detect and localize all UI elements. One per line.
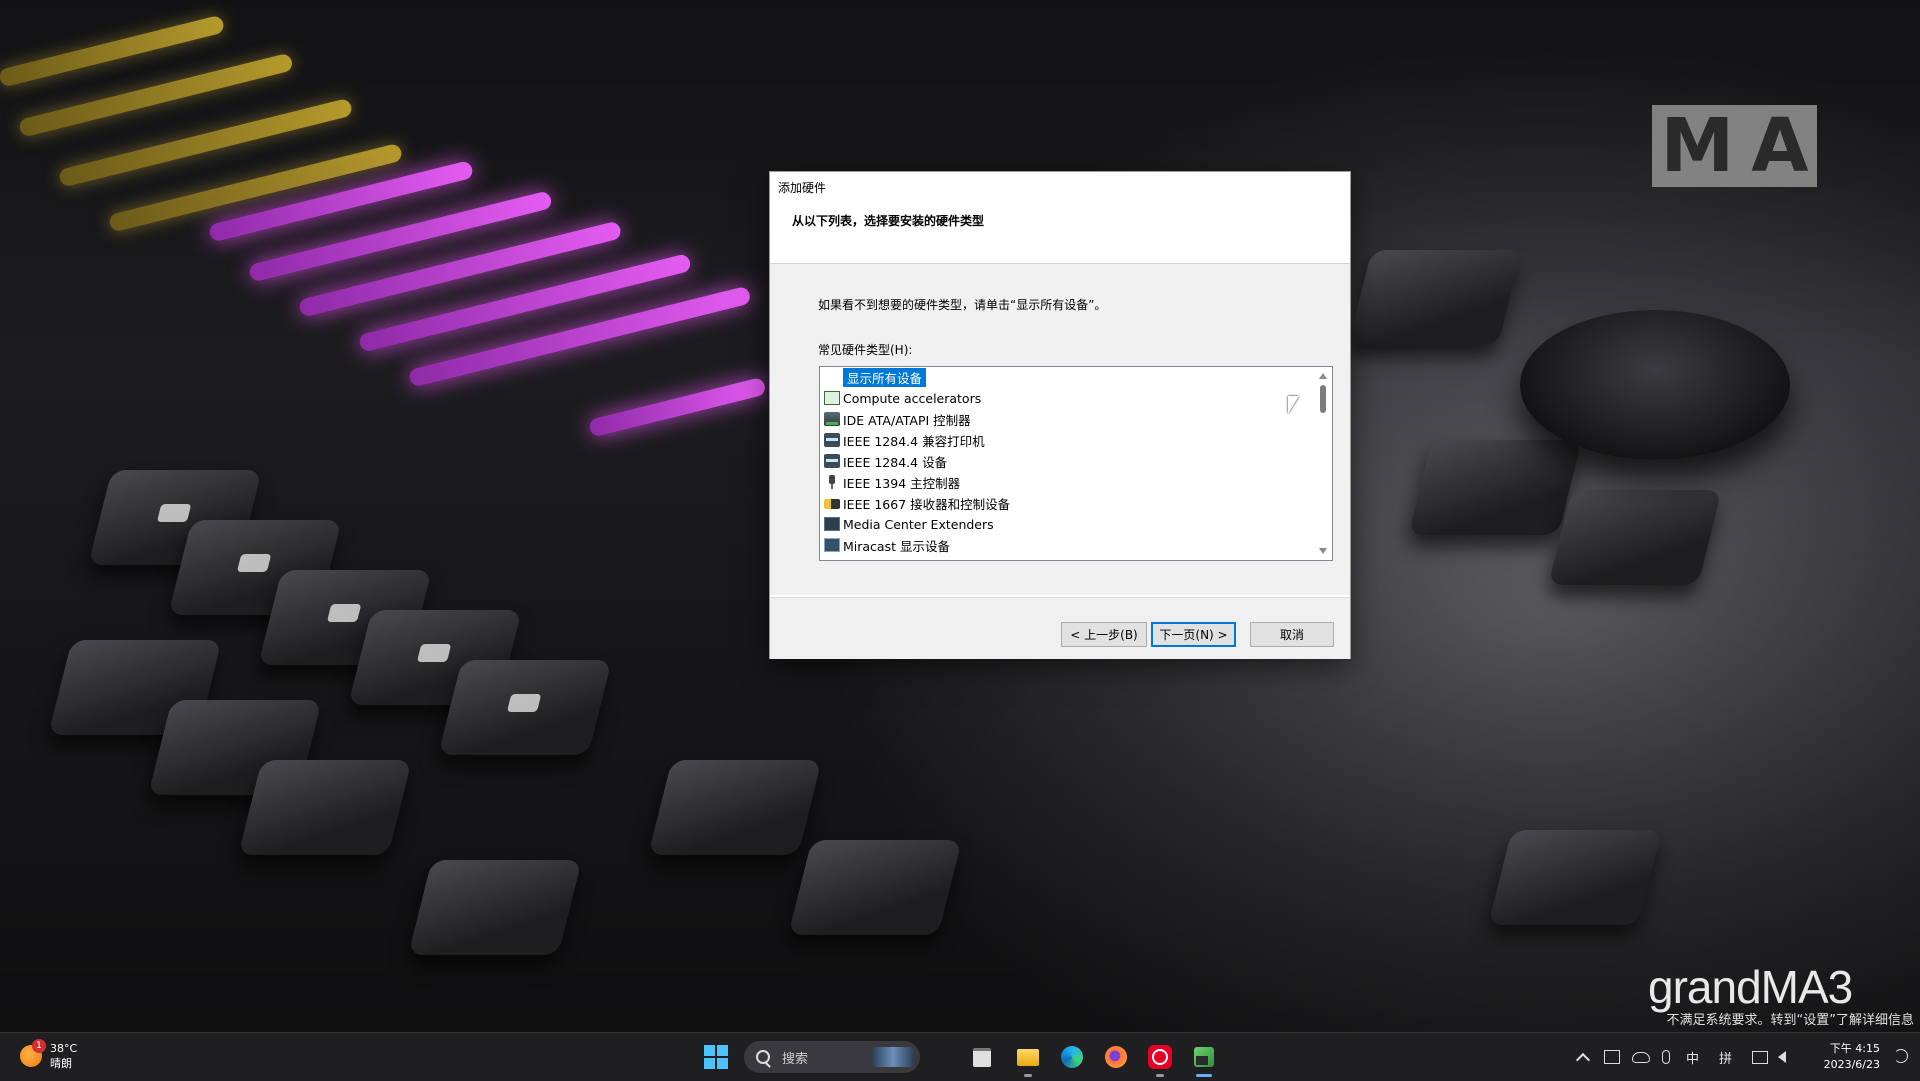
file-explorer-button[interactable] <box>1012 1041 1044 1077</box>
weather-temperature: 38°C <box>50 1042 78 1055</box>
dialog-footer: < 上一步(B) 下一页(N) > 取消 <box>770 597 1350 659</box>
chip-box-icon <box>824 391 840 405</box>
list-item[interactable]: 显示所有设备 <box>824 367 927 387</box>
microphone-icon[interactable] <box>1662 1050 1670 1064</box>
encoder-wheel <box>1520 310 1790 460</box>
console-key <box>1408 440 1582 535</box>
firefox-button[interactable] <box>1100 1041 1132 1073</box>
printer-icon <box>824 433 840 447</box>
list-item[interactable]: IEEE 1284.4 设备 <box>824 451 947 471</box>
edge-button[interactable] <box>1056 1041 1088 1073</box>
system-tray: 中 拼 <box>1575 1033 1798 1081</box>
dialog-heading: 从以下列表，选择要安装的硬件类型 <box>792 214 985 228</box>
hardware-type-list[interactable]: 显示所有设备 Compute accelerators IDE ATA/ATAP… <box>819 366 1333 561</box>
clock-time: 下午 4:15 <box>1829 1042 1880 1055</box>
input-language[interactable]: 中 <box>1686 1048 1699 1067</box>
system-requirements-notice: 不满足系统要求。转到“设置”了解详细信息 <box>1666 1013 1914 1028</box>
list-item[interactable]: IEEE 1394 主控制器 <box>824 472 960 492</box>
chevron-up-icon[interactable] <box>1575 1052 1591 1068</box>
cloud-icon[interactable] <box>1632 1051 1650 1063</box>
remote-icon <box>824 499 840 509</box>
console-key <box>1548 490 1722 585</box>
notification-moon-icon[interactable] <box>1894 1049 1908 1063</box>
list-item[interactable]: IEEE 1284.4 兼容打印机 <box>824 430 985 450</box>
ma-logo: MA <box>1652 103 1817 189</box>
task-view-icon <box>973 1047 991 1067</box>
cancel-button[interactable]: 取消 <box>1250 622 1334 647</box>
search-icon <box>756 1050 770 1064</box>
next-button[interactable]: 下一页(N) > <box>1151 622 1236 647</box>
task-view-button[interactable] <box>966 1041 998 1073</box>
device-manager-button[interactable] <box>1188 1041 1220 1077</box>
firefox-icon <box>1105 1046 1127 1068</box>
search-highlight-image <box>872 1047 914 1067</box>
console-key <box>1488 830 1662 925</box>
scroll-down-arrow-icon[interactable] <box>1319 548 1327 554</box>
list-scrollbar[interactable] <box>1315 367 1332 560</box>
start-button[interactable] <box>700 1041 732 1073</box>
notification-badge: 1 <box>32 1039 46 1053</box>
taskbar: 1 38°C 晴朗 搜索 中 拼 下午 4:15 2023/6/23 <box>0 1032 1920 1081</box>
monitor-icon <box>824 517 840 531</box>
dialog-body: 如果看不到想要的硬件类型，请单击“显示所有设备”。 常见硬件类型(H): 显示所… <box>770 264 1350 595</box>
speaker-icon[interactable] <box>1778 1051 1787 1063</box>
back-button[interactable]: < 上一步(B) <box>1061 622 1147 647</box>
add-hardware-dialog: 添加硬件 从以下列表，选择要安装的硬件类型 如果看不到想要的硬件类型，请单击“显… <box>769 171 1351 659</box>
printer-icon <box>824 454 840 468</box>
console-key <box>238 760 412 855</box>
list-item[interactable]: Media Center Extenders <box>824 514 994 534</box>
music-app-icon <box>1148 1045 1172 1069</box>
weather-widget[interactable]: 1 38°C 晴朗 <box>20 1039 78 1071</box>
scrollbar-thumb[interactable] <box>1320 385 1326 413</box>
network-icon[interactable] <box>1752 1050 1769 1064</box>
console-key <box>438 660 612 755</box>
sun-icon: 1 <box>20 1039 46 1067</box>
weather-condition: 晴朗 <box>50 1057 72 1070</box>
dialog-header: 添加硬件 从以下列表，选择要安装的硬件类型 <box>770 172 1350 264</box>
tray-app-icon[interactable] <box>1604 1050 1620 1064</box>
console-key <box>788 840 962 935</box>
list-item[interactable]: IDE ATA/ATAPI 控制器 <box>824 409 971 429</box>
hardware-type-label: 常见硬件类型(H): <box>818 343 913 357</box>
brand-text: grandMA3 <box>1648 961 1853 1013</box>
controller-card-icon <box>824 412 840 426</box>
plug-icon <box>824 475 840 489</box>
windows-logo-icon <box>704 1045 728 1069</box>
input-mode[interactable]: 拼 <box>1719 1048 1732 1067</box>
hint-text: 如果看不到想要的硬件类型，请单击“显示所有设备”。 <box>818 298 1107 312</box>
cast-display-icon <box>824 538 840 552</box>
mouse-cursor-icon <box>1288 396 1299 414</box>
list-item[interactable]: Compute accelerators <box>824 388 981 408</box>
edge-browser-icon <box>1061 1046 1083 1068</box>
add-hardware-icon <box>1194 1047 1214 1067</box>
folder-icon <box>1017 1048 1039 1066</box>
list-item[interactable]: Miracast 显示设备 <box>824 535 950 555</box>
clock[interactable]: 下午 4:15 2023/6/23 <box>1824 1041 1880 1073</box>
console-key <box>408 860 582 955</box>
netease-music-button[interactable] <box>1144 1041 1176 1077</box>
taskbar-search[interactable]: 搜索 <box>744 1041 920 1073</box>
scroll-up-arrow-icon[interactable] <box>1319 373 1327 379</box>
list-item[interactable]: IEEE 1667 接收器和控制设备 <box>824 493 1010 513</box>
console-key <box>1348 250 1522 345</box>
clock-date: 2023/6/23 <box>1823 1058 1880 1071</box>
console-key <box>648 760 822 855</box>
dialog-title: 添加硬件 <box>778 181 827 195</box>
search-placeholder: 搜索 <box>782 1051 809 1067</box>
